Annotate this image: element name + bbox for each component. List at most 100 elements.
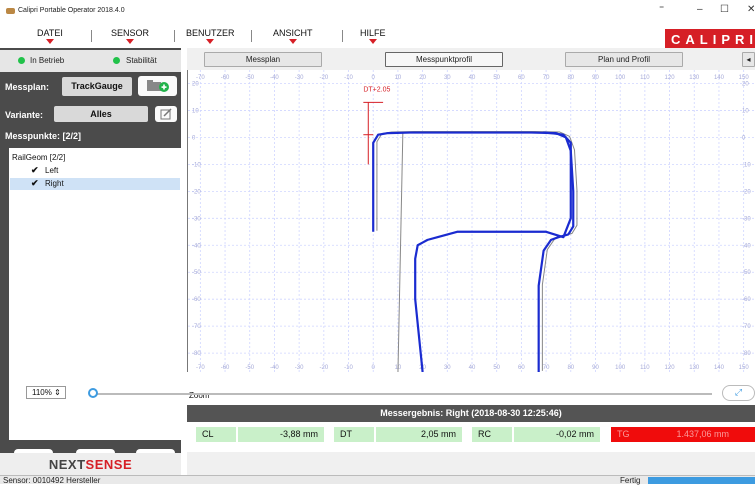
menu-ansicht[interactable]: ANSICHT — [273, 28, 313, 44]
y-tick-label-right: -60 — [742, 297, 751, 303]
zoom-slider-handle[interactable] — [88, 388, 98, 398]
menu-hilfe-label: HILFE — [360, 28, 386, 38]
x-tick-label-bottom: 130 — [689, 365, 700, 371]
x-tick-label-bottom: 110 — [640, 365, 650, 371]
tab-messpunktprofil[interactable]: Messpunktprofil — [385, 52, 503, 67]
menu-datei-label: DATEI — [37, 28, 63, 38]
menu-separator — [251, 30, 252, 42]
menu-sensor[interactable]: SENSOR — [111, 28, 149, 44]
x-tick-label-top: 140 — [714, 75, 725, 81]
result-rc-label: RC — [472, 427, 512, 442]
tab-messplan[interactable]: Messplan — [204, 52, 322, 67]
stability-status-dot — [113, 57, 120, 64]
stability-status-label: Stabilität — [126, 56, 157, 65]
status-bar: Sensor: 0010492 Hersteller Fertig — [0, 475, 755, 485]
x-tick-label-bottom: -30 — [295, 365, 304, 371]
logo-part-next: NEXT — [48, 457, 86, 472]
y-tick-label-left: -20 — [192, 189, 201, 195]
x-tick-label-bottom: -70 — [196, 365, 205, 371]
x-tick-label-bottom: 40 — [469, 365, 476, 371]
menu-benutzer[interactable]: BENUTZER — [186, 28, 235, 44]
x-tick-label-top: -60 — [221, 75, 230, 81]
tree-root-item[interactable]: RailGeom [2/2] — [12, 153, 65, 162]
open-plan-button[interactable] — [138, 76, 177, 96]
y-tick-label-left: -40 — [192, 243, 201, 249]
x-tick-label-top: 150 — [739, 75, 750, 81]
x-tick-label-bottom: 30 — [444, 365, 451, 371]
x-tick-label-bottom: 120 — [665, 365, 676, 371]
x-tick-label-top: -20 — [319, 75, 328, 81]
result-cl-value: -3,88 mm — [238, 427, 324, 442]
measure-plan-value[interactable]: TrackGauge — [62, 77, 132, 96]
x-tick-label-bottom: 0 — [372, 365, 376, 371]
menu-separator — [174, 30, 175, 42]
x-tick-label-top: 120 — [665, 75, 676, 81]
fit-button[interactable]: ⤢ — [722, 385, 755, 401]
tab-scroll-left[interactable]: ◂ — [742, 52, 755, 67]
y-tick-label-right: -40 — [742, 243, 751, 249]
chevron-down-icon — [126, 39, 134, 44]
x-tick-label-top: 20 — [419, 75, 426, 81]
x-tick-label-top: 100 — [615, 75, 626, 81]
close-icon[interactable]: ✕ — [747, 4, 755, 15]
x-tick-label-top: 90 — [592, 75, 599, 81]
x-tick-label-bottom: -50 — [245, 365, 254, 371]
x-tick-label-bottom: -40 — [270, 365, 279, 371]
x-tick-label-top: -50 — [245, 75, 254, 81]
x-tick-label-bottom: -10 — [344, 365, 353, 371]
result-dt-value: 2,05 mm — [376, 427, 462, 442]
menu-separator — [342, 30, 343, 42]
expand-icon: ⤢ — [734, 387, 743, 397]
zoom-slider-track[interactable] — [92, 393, 712, 395]
y-tick-label-left: 0 — [192, 135, 196, 141]
chevron-down-icon — [288, 39, 297, 44]
tree-item-right[interactable]: Right — [45, 179, 64, 188]
y-tick-label-left: -70 — [192, 324, 201, 330]
progress-bar — [648, 477, 755, 484]
result-tg-label: TG — [617, 429, 630, 439]
y-tick-label-left: 20 — [192, 81, 199, 87]
chevron-down-icon — [206, 39, 215, 44]
maximize-icon[interactable]: ☐ — [720, 4, 729, 15]
x-tick-label-top: 60 — [518, 75, 525, 81]
x-tick-label-bottom: 90 — [592, 365, 599, 371]
checkmark-icon: ✔ — [31, 178, 39, 188]
y-tick-label-left: -80 — [192, 351, 201, 357]
y-tick-label-right: -10 — [742, 162, 751, 168]
menu-benutzer-label: BENUTZER — [186, 28, 235, 38]
result-tg-value: 1.437,06 mm — [676, 429, 729, 439]
y-tick-label-right: -30 — [742, 216, 751, 222]
y-tick-label-right: -70 — [742, 324, 751, 330]
x-tick-label-top: 80 — [567, 75, 574, 81]
x-tick-label-top: -30 — [295, 75, 304, 81]
x-tick-label-bottom: 80 — [567, 365, 574, 371]
chevron-down-icon — [45, 39, 54, 44]
zoom-select[interactable]: 110% ⇕ — [26, 386, 66, 399]
y-tick-label-right: -50 — [742, 270, 751, 276]
y-tick-label-right: 20 — [742, 81, 749, 87]
app-icon — [6, 8, 15, 14]
menu-hilfe[interactable]: HILFE — [360, 28, 386, 44]
minimize-icon[interactable]: – — [697, 4, 703, 15]
title-bar: Calipri Portable Operator 2018.4.0 ⁼ – ☐… — [0, 0, 755, 22]
x-tick-label-top: 70 — [543, 75, 550, 81]
tree-item-left[interactable]: Left — [45, 166, 58, 175]
reference-profile-line — [376, 130, 578, 371]
menu-separator — [91, 30, 92, 42]
profile-chart-svg: -70 -70 -60 -60 -50 -50 -40 -40 -30 -30 -20 -20 -10 -… — [188, 70, 755, 375]
y-tick-label-left: -30 — [192, 216, 201, 222]
logo-part-sense: SENSE — [85, 457, 133, 472]
x-tick-label-top: -70 — [196, 75, 205, 81]
status-row: In Betrieb Stabilität — [0, 50, 181, 72]
menu-datei[interactable]: DATEI — [37, 28, 63, 44]
window-extra-icon[interactable]: ⁼ — [659, 4, 664, 15]
y-tick-label-left: -60 — [192, 297, 201, 303]
x-tick-label-top: 10 — [395, 75, 402, 81]
folder-add-icon — [147, 80, 169, 92]
tab-plan-und-profil[interactable]: Plan und Profil — [565, 52, 683, 67]
x-tick-label-top: 50 — [493, 75, 500, 81]
profile-chart[interactable]: -70 -70 -60 -60 -50 -50 -40 -40 -30 -30 -20 -20 -10 -… — [187, 70, 755, 375]
edit-variant-button[interactable] — [155, 106, 177, 122]
x-tick-label-bottom: 60 — [518, 365, 525, 371]
variant-value[interactable]: Alles — [54, 106, 148, 122]
